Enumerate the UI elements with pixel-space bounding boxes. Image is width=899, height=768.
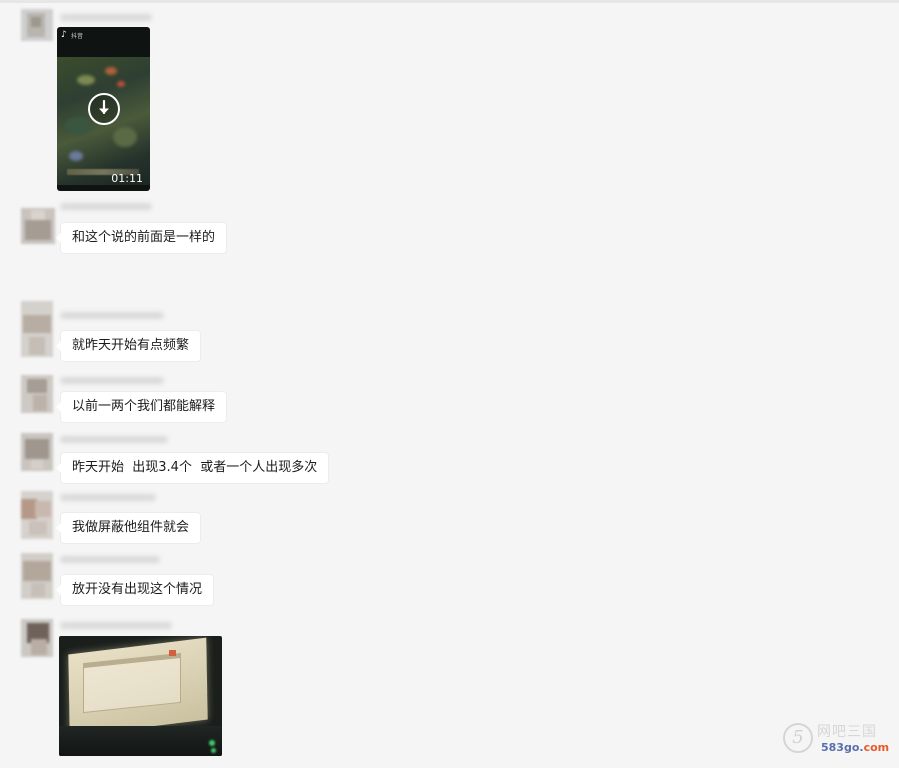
message-bubble[interactable]: 昨天开始 出现3.4个 或者一个人出现多次 <box>55 453 329 483</box>
message-bubble[interactable]: 放开没有出现这个情况 <box>55 575 214 605</box>
watermark-brand: 网吧三国 <box>817 724 877 740</box>
sender-name-blurred <box>60 377 164 384</box>
led-light <box>211 748 216 753</box>
watermark-site-tld: com <box>863 741 890 754</box>
avatar[interactable] <box>21 375 53 413</box>
avatar[interactable] <box>21 619 53 657</box>
watermark-site: 583go.com <box>821 741 889 754</box>
sender-name-blurred <box>60 14 152 21</box>
download-icon[interactable] <box>88 93 120 125</box>
avatar[interactable] <box>21 553 53 599</box>
led-light <box>209 740 215 746</box>
avatar[interactable] <box>21 208 55 244</box>
message-bubble[interactable]: 我做屏蔽他组件就会 <box>55 513 201 543</box>
watermark: 5 网吧三国 583go.com <box>783 719 893 759</box>
watermark-logo-icon: 5 <box>783 723 813 753</box>
photo-message[interactable] <box>59 636 222 756</box>
avatar[interactable] <box>21 433 53 471</box>
keyboard <box>59 726 222 756</box>
avatar[interactable] <box>21 491 53 539</box>
avatar[interactable] <box>21 301 53 357</box>
sender-name-blurred <box>60 312 164 319</box>
sender-name-blurred <box>60 622 172 629</box>
sender-name-blurred <box>60 556 160 563</box>
watermark-site-main: 583go. <box>821 741 864 754</box>
tiktok-logo-icon: ♪ <box>61 30 67 40</box>
avatar[interactable] <box>21 9 53 41</box>
top-divider <box>0 0 899 3</box>
video-message[interactable]: ♪ 抖音 01:11 <box>57 27 150 191</box>
sender-name-blurred <box>60 494 156 501</box>
close-icon <box>169 650 176 656</box>
platform-label: 抖音 <box>71 33 84 40</box>
sender-name-blurred <box>60 203 152 210</box>
message-bubble[interactable]: 以前一两个我们都能解释 <box>55 392 227 422</box>
sender-name-blurred <box>60 436 168 443</box>
video-duration: 01:11 <box>111 172 143 185</box>
message-bubble[interactable]: 和这个说的前面是一样的 <box>55 223 227 253</box>
message-bubble[interactable]: 就昨天开始有点频繁 <box>55 331 201 361</box>
